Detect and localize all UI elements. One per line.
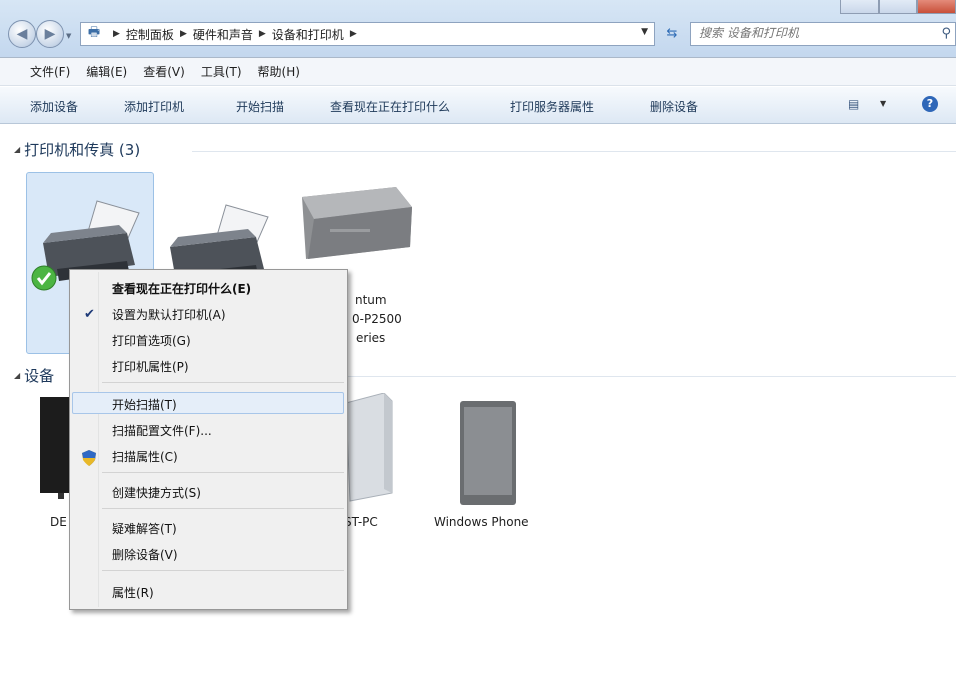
history-dropdown-icon[interactable]: ▼ <box>66 32 71 40</box>
menu-separator <box>102 508 344 509</box>
address-dropdown-icon[interactable]: ▼ <box>641 27 648 37</box>
menu-bar: 文件(F) 编辑(E) 查看(V) 工具(T) 帮助(H) <box>0 58 956 86</box>
phone-icon[interactable] <box>458 399 518 507</box>
command-bar: 添加设备 添加打印机 开始扫描 查看现在正在打印什么 打印服务器属性 删除设备 … <box>0 87 956 124</box>
default-check-icon <box>31 265 57 291</box>
printer-3-label-line1: ntum <box>355 293 387 307</box>
printer-3-label-line2: 0-P2500 <box>352 312 402 326</box>
chevron-right-icon[interactable]: ▶ <box>113 29 120 39</box>
group-divider <box>192 151 956 152</box>
search-icon[interactable]: ⚲ <box>941 26 951 41</box>
ctx-scan-profiles[interactable]: 扫描配置文件(F)... <box>72 418 344 440</box>
group-devices-title: 设备 <box>24 367 55 385</box>
minimize-button[interactable] <box>840 0 879 14</box>
chevron-right-icon[interactable]: ▶ <box>350 29 357 39</box>
ctx-label: 属性(R) <box>112 586 154 600</box>
menu-view[interactable]: 查看(V) <box>143 63 185 80</box>
view-dropdown-icon[interactable]: ▼ <box>880 99 886 108</box>
menu-edit[interactable]: 编辑(E) <box>86 63 127 80</box>
add-device-button[interactable]: 添加设备 <box>30 98 78 115</box>
group-printers-title: 打印机和传真 (3) <box>24 141 141 159</box>
chevron-right-icon[interactable]: ▶ <box>180 29 187 39</box>
ctx-label: 扫描配置文件(F)... <box>112 424 212 438</box>
forward-arrow-icon[interactable]: ▶ <box>36 20 64 48</box>
ctx-label: 开始扫描(T) <box>112 398 177 412</box>
breadcrumb-devices-printers[interactable]: 设备和打印机 <box>272 26 344 43</box>
collapse-triangle-icon[interactable]: ◢ <box>14 371 20 380</box>
maximize-button[interactable] <box>878 0 918 14</box>
see-whats-printing-button[interactable]: 查看现在正在打印什么 <box>330 98 450 115</box>
ctx-label: 查看现在正在打印什么(E) <box>112 282 252 296</box>
view-toggle-icon[interactable]: ▤ <box>848 97 859 111</box>
ctx-troubleshoot[interactable]: 疑难解答(T) <box>72 516 344 538</box>
printer-icon[interactable] <box>296 181 420 271</box>
menu-separator <box>102 570 344 571</box>
ctx-create-shortcut[interactable]: 创建快捷方式(S) <box>72 480 344 502</box>
ctx-label: 疑难解答(T) <box>112 522 177 536</box>
breadcrumb-control-panel[interactable]: 控制面板 <box>126 26 174 43</box>
ctx-start-scan[interactable]: 开始扫描(T) <box>72 392 344 414</box>
menu-help[interactable]: 帮助(H) <box>258 63 300 80</box>
close-button[interactable] <box>917 0 956 14</box>
ctx-printing-prefs[interactable]: 打印首选项(G) <box>72 328 344 350</box>
ctx-label: 打印机属性(P) <box>112 360 189 374</box>
ctx-scan-props[interactable]: 扫描属性(C) <box>72 444 344 466</box>
ctx-printer-props[interactable]: 打印机属性(P) <box>72 354 344 376</box>
printer-3-label-line3: eries <box>356 331 386 345</box>
search-box[interactable]: ⚲ <box>690 22 956 46</box>
checkmark-icon: ✔ <box>84 307 95 322</box>
computer-1-label: DE <box>50 515 67 529</box>
add-printer-button[interactable]: 添加打印机 <box>124 98 184 115</box>
pc-tower-icon[interactable] <box>340 393 400 503</box>
help-icon[interactable]: ? <box>922 96 938 112</box>
start-scan-button[interactable]: 开始扫描 <box>236 98 284 115</box>
group-printers-header[interactable]: ◢ 打印机和传真 (3) <box>14 139 140 160</box>
search-input[interactable] <box>699 26 919 40</box>
remove-device-button[interactable]: 删除设备 <box>650 98 698 115</box>
monitor-icon[interactable] <box>36 397 72 507</box>
print-server-properties-button[interactable]: 打印服务器属性 <box>510 98 594 115</box>
menu-separator <box>102 472 344 473</box>
group-divider <box>348 376 956 377</box>
ctx-label: 扫描属性(C) <box>112 450 178 464</box>
ctx-label: 创建快捷方式(S) <box>112 486 201 500</box>
refresh-icon[interactable]: ⇆ <box>660 22 684 46</box>
ctx-see-printing[interactable]: 查看现在正在打印什么(E) <box>72 276 344 298</box>
ctx-label: 删除设备(V) <box>112 548 178 562</box>
context-menu: 查看现在正在打印什么(E) 设置为默认打印机(A) 打印首选项(G) 打印机属性… <box>69 269 348 610</box>
phone-label: Windows Phone <box>434 515 529 529</box>
back-arrow-icon[interactable]: ◀ <box>8 20 36 48</box>
computer-2-label: ST-PC <box>344 515 378 529</box>
ctx-set-default[interactable]: 设置为默认打印机(A) <box>72 302 344 324</box>
menu-separator <box>102 382 344 383</box>
shield-icon <box>82 450 96 466</box>
collapse-triangle-icon[interactable]: ◢ <box>14 145 20 154</box>
window-controls <box>840 0 956 14</box>
breadcrumb-hardware-sound[interactable]: 硬件和声音 <box>193 26 253 43</box>
menu-file[interactable]: 文件(F) <box>30 63 70 80</box>
ctx-properties[interactable]: 属性(R) <box>72 580 344 602</box>
ctx-label: 设置为默认打印机(A) <box>112 308 226 322</box>
menu-tools[interactable]: 工具(T) <box>201 63 242 80</box>
ctx-remove-device[interactable]: 删除设备(V) <box>72 542 344 564</box>
chevron-right-icon[interactable]: ▶ <box>259 29 266 39</box>
control-panel-icon: 🖶 <box>87 25 101 40</box>
ctx-label: 打印首选项(G) <box>112 334 191 348</box>
group-devices-header[interactable]: ◢ 设备 <box>14 365 54 386</box>
address-bar-region: ◀ ▶ ▼ 🖶 ▶ 控制面板 ▶ 硬件和声音 ▶ 设备和打印机 ▶ ▼ ⇆ ⚲ <box>0 0 956 58</box>
address-box[interactable]: 🖶 ▶ 控制面板 ▶ 硬件和声音 ▶ 设备和打印机 ▶ ▼ <box>80 22 655 46</box>
